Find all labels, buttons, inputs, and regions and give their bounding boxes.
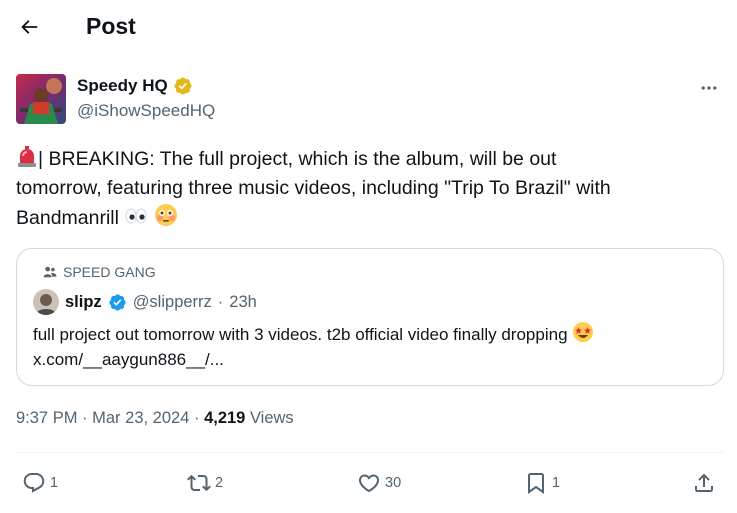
share-button[interactable] <box>692 465 716 501</box>
author-name[interactable]: Speedy HQ <box>77 76 193 96</box>
more-button[interactable] <box>697 78 721 98</box>
author-avatar[interactable] <box>16 74 66 124</box>
bookmark-count: 1 <box>552 475 561 491</box>
post-meta: 9:37 PM · Mar 23, 2024 · 4,219 Views <box>16 409 294 428</box>
page-title: Post <box>86 13 136 39</box>
share-icon <box>695 473 713 492</box>
like-count: 30 <box>385 475 402 491</box>
blue-verified-badge-icon <box>109 293 126 311</box>
quote-text: full project out tomorrow with 3 videos.… <box>33 321 713 372</box>
reply-icon <box>23 473 45 493</box>
author-name-text: Speedy HQ <box>77 76 168 95</box>
quote-line-1-text: full project out tomorrow with 3 videos.… <box>33 325 568 344</box>
reply-button[interactable]: 1 <box>22 465 58 501</box>
quote-author-handle[interactable]: @slipperrz <box>133 293 212 312</box>
more-horizontal-icon <box>701 86 717 90</box>
post-text: | BREAKING: The full project, which is t… <box>16 145 716 233</box>
repost-button[interactable]: 2 <box>187 465 223 501</box>
flushed-face-emoji <box>154 204 177 226</box>
action-bar: 1 2 30 1 <box>0 465 737 501</box>
divider <box>16 452 724 453</box>
post-author: Speedy HQ @iShowSpeedHQ <box>16 74 721 126</box>
views-count: 4,219 <box>204 409 246 427</box>
quote-separator: · <box>217 292 224 311</box>
like-button[interactable]: 30 <box>357 465 401 501</box>
quote-author: slipz @slipperrz · 23h <box>33 289 257 315</box>
quoted-post[interactable]: SPEED GANG slipz @slipperrz · 23h full p… <box>16 248 724 386</box>
community-icon <box>43 266 57 278</box>
views-label: Views <box>249 409 294 427</box>
siren-emoji <box>18 146 36 167</box>
bookmark-icon <box>528 473 544 494</box>
meta-separator-2: · <box>193 409 200 427</box>
header-bar: Post <box>0 0 737 54</box>
eyes-emoji <box>125 208 147 224</box>
repost-count: 2 <box>215 475 224 491</box>
bookmark-button[interactable]: 1 <box>524 465 560 501</box>
quote-time[interactable]: 23h <box>229 293 257 312</box>
post-line-1-text: | BREAKING: The full project, which is t… <box>38 148 557 170</box>
post-text-line-2: tomorrow, featuring three music videos, … <box>16 177 611 199</box>
back-button[interactable] <box>14 12 44 42</box>
social-context-label: SPEED GANG <box>63 264 156 280</box>
mention-bandmanrill: Bandmanrill <box>16 207 119 229</box>
quote-author-name[interactable]: slipz <box>65 293 102 312</box>
author-handle[interactable]: @iShowSpeedHQ <box>77 101 215 121</box>
reply-count: 1 <box>50 475 59 491</box>
heart-icon <box>358 474 380 493</box>
post-text-line-3: Bandmanrill <box>16 203 716 233</box>
quote-link[interactable]: x.com/__aaygun886__/... <box>33 347 713 372</box>
social-context: SPEED GANG <box>43 264 156 280</box>
post-date[interactable]: Mar 23, 2024 <box>92 409 189 427</box>
quote-author-avatar[interactable] <box>33 289 59 315</box>
repost-icon <box>187 474 211 492</box>
meta-separator-1: · <box>82 409 88 427</box>
star-struck-emoji <box>573 322 594 342</box>
gold-verified-badge-icon <box>174 77 192 95</box>
quote-text-line-1: full project out tomorrow with 3 videos.… <box>33 321 713 347</box>
arrow-left-icon <box>21 20 38 34</box>
post-text-line-1: | BREAKING: The full project, which is t… <box>16 145 716 174</box>
post-time[interactable]: 9:37 PM <box>16 409 77 427</box>
